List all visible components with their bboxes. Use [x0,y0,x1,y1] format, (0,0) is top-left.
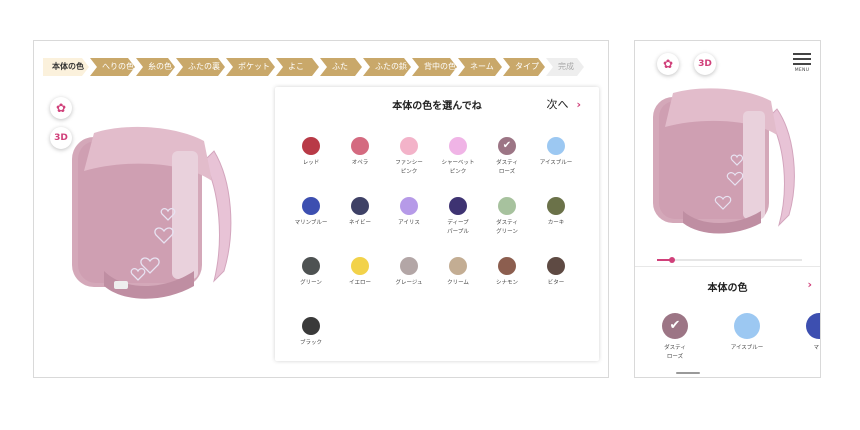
color-dot [351,257,369,275]
step-4[interactable]: ふたの裏 [176,58,225,76]
color-swatch[interactable]: アイスブルー [526,137,586,168]
desktop-view: 本体の色 へりの色 糸の色 ふたの裏 ポケット よこ ふた ふたの鋲 背中の色 ネーム タイプ 完成 … [33,40,609,378]
color-label: アイスブルー [539,160,573,166]
color-dot [734,313,760,339]
step-8[interactable]: ふたの鋲 [363,58,411,76]
view-slider[interactable] [657,257,802,263]
color-dot [547,137,565,155]
next-button[interactable]: 次へ › [546,96,581,112]
color-dot [400,137,418,155]
color-dot [400,197,418,215]
color-dot [449,137,467,155]
3d-button-mobile[interactable]: 3D [694,53,716,75]
menu-label: MENU [794,68,810,73]
step-3[interactable]: 糸の色 [136,58,175,76]
next-label: 次へ [546,98,569,111]
color-dot [547,257,565,275]
step-5[interactable]: ポケット [226,58,275,76]
backpack-image [72,126,232,299]
color-dot [302,197,320,215]
color-dot [351,137,369,155]
color-swatch[interactable]: カーキ [526,197,586,228]
color-dot [351,197,369,215]
color-dot [806,313,820,339]
home-indicator [676,372,700,374]
settings-button[interactable]: ✿ [50,97,72,119]
color-dot [547,197,565,215]
color-label: カーキ [547,220,565,226]
step-2[interactable]: へりの色 [90,58,135,76]
step-1[interactable]: 本体の色 [43,58,89,76]
step-9[interactable]: 背中の色 [412,58,457,76]
color-dot [302,257,320,275]
3d-label-mobile: 3D [698,59,712,69]
color-dot: ✔ [498,137,516,155]
check-icon: ✔ [502,140,512,151]
color-label: ダスティ ローズ [664,345,686,360]
color-panel: 本体の色を選んでね 次へ › レッド オペラ ファンシー ピンク シャーベット ピンク ✔… [275,87,599,361]
color-dot: ✔ [662,313,688,339]
mobile-color-swatch[interactable]: マリ [789,313,820,353]
gear-icon: ✿ [55,101,67,115]
mobile-view: ✿ 3D MENU 本体の色 › ✔ ダスティ ローズ アイスブルー マリ [634,40,821,378]
color-label: マリ [813,345,820,351]
mobile-panel-title: 本体の色 [707,283,748,294]
color-label: ブラック [299,340,322,346]
color-dot [400,257,418,275]
step-12[interactable]: 完成 [546,58,584,76]
color-dot [498,257,516,275]
mobile-color-swatch[interactable]: アイスブルー [717,313,777,353]
color-swatch[interactable]: ブラック [281,317,341,348]
backpack-image-mobile [653,88,795,234]
chevron-right-icon[interactable]: › [807,278,812,291]
color-dot [302,317,320,335]
color-swatch[interactable]: ビター [526,257,586,288]
mobile-color-swatch[interactable]: ✔ ダスティ ローズ [645,313,705,362]
step-11[interactable]: タイプ [503,58,545,76]
color-dot [302,137,320,155]
menu-bar [793,58,811,60]
color-dot [449,257,467,275]
step-navigation: 本体の色 へりの色 糸の色 ふたの裏 ポケット よこ ふた ふたの鋲 背中の色 ネーム タイプ 完成 [43,58,585,76]
color-dot [449,197,467,215]
step-7[interactable]: ふた [320,58,362,76]
color-label: ビター [547,280,565,286]
settings-button-mobile[interactable]: ✿ [657,53,679,75]
chevron-right-icon: › [576,98,581,111]
divider [635,266,820,267]
slider-knob[interactable] [668,257,675,263]
step-10[interactable]: ネーム [458,58,502,76]
menu-bar [793,53,811,55]
color-label: アイスブルー [730,345,764,351]
gear-icon: ✿ [662,57,674,71]
color-dot [498,197,516,215]
menu-bar [793,63,811,65]
step-6[interactable]: よこ [276,58,319,76]
menu-button[interactable]: MENU [793,53,811,73]
check-icon: ✔ [669,318,681,333]
